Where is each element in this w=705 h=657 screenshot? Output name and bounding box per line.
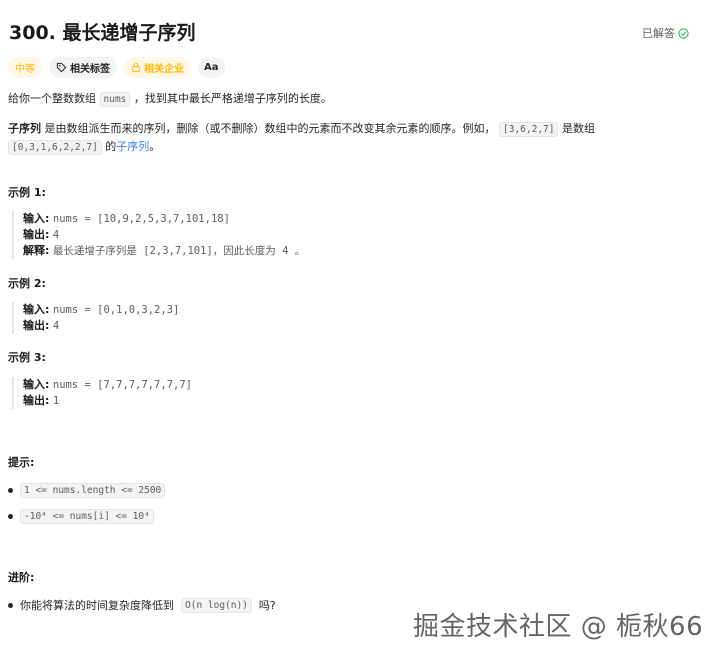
desc-text: 给你一个整数数组 <box>8 92 96 105</box>
list-item: 1 <= nums.length <= 2500 <box>8 480 166 500</box>
tag-row: 中等 相关标签 相关企业 Aa <box>8 57 225 78</box>
font-size-button[interactable]: Aa <box>198 57 225 78</box>
example-3-input: 输入: nums = [7,7,7,7,7,7,7] <box>23 377 192 393</box>
example-1-input: 输入: nums = [10,9,2,5,3,7,101,18] <box>23 211 305 227</box>
subsequence-term: 子序列 <box>8 122 41 135</box>
hints-list: 1 <= nums.length <= 2500 -10⁴ <= nums[i]… <box>8 480 166 526</box>
code-source-array: [0,3,1,6,2,2,7] <box>8 139 102 155</box>
output-label: 输出: <box>23 228 50 241</box>
difficulty-label: 中等 <box>15 64 35 75</box>
tag-icon <box>56 62 67 73</box>
bullet-dot <box>8 602 13 608</box>
code-nums: nums <box>99 91 131 107</box>
example-2-input: 输入: nums = [0,1,0,3,2,3] <box>23 302 179 318</box>
explanation-value: 最长递增子序列是 [2,3,7,101]，因此长度为 4 。 <box>52 245 306 257</box>
advanced-heading: 进阶: <box>8 571 35 584</box>
code-example-array: [3,6,2,7] <box>499 121 559 137</box>
example-1-block: 输入: nums = [10,9,2,5,3,7,101,18] 输出: 4 解… <box>12 211 305 259</box>
related-topics-label: 相关标签 <box>70 64 110 75</box>
desc-text: 是数组 <box>561 122 595 135</box>
description-line-3: [0,3,1,6,2,2,7] 的子序列。 <box>8 139 160 155</box>
solved-label: 已解答 <box>642 27 675 40</box>
desc-text: 的 <box>105 140 117 153</box>
solved-status: 已解答 <box>642 25 689 41</box>
example-2-output: 输出: 4 <box>23 318 179 334</box>
description-line-2: 子序列 是由数组派生而来的序列，删除（或不删除）数组中的元素而不改变其余元素的顺… <box>8 121 595 137</box>
input-label: 输入: <box>23 303 50 316</box>
related-companies-label: 相关企业 <box>144 64 184 75</box>
list-item: -10⁴ <= nums[i] <= 10⁴ <box>8 506 165 526</box>
example-2-block: 输入: nums = [0,1,0,3,2,3] 输出: 4 <box>12 302 179 334</box>
input-value: nums = [0,1,0,3,2,3] <box>52 304 180 316</box>
problem-title: 300. 最长递增子序列 <box>9 22 196 44</box>
desc-text: 是由数组派生而来的序列，删除（或不删除）数组中的元素而不改变其余元素的顺序。例如… <box>44 122 496 135</box>
example-1-heading: 示例 1: <box>8 186 46 199</box>
example-3-block: 输入: nums = [7,7,7,7,7,7,7] 输出: 1 <box>12 377 192 409</box>
example-1-output: 输出: 4 <box>23 227 305 243</box>
hint-code: 1 <= nums.length <= 2500 <box>20 482 166 498</box>
desc-text: ，找到其中最长严格递增子序列的长度。 <box>133 92 332 105</box>
input-label: 输入: <box>23 212 50 225</box>
check-circle-icon <box>678 27 689 39</box>
example-3-heading: 示例 3: <box>8 351 46 364</box>
output-value: 4 <box>52 229 60 241</box>
related-topics-button[interactable]: 相关标签 <box>49 57 117 78</box>
hints-heading: 提示: <box>8 456 35 469</box>
example-2-heading: 示例 2: <box>8 277 46 290</box>
advanced-text: 你能将算法的时间复杂度降低到 <box>20 599 174 612</box>
description-line-1: 给你一个整数数组 nums ，找到其中最长严格递增子序列的长度。 <box>8 91 332 107</box>
output-value: 4 <box>52 320 60 332</box>
output-value: 1 <box>52 395 60 407</box>
complexity-code: O(n log(n)) <box>181 597 252 613</box>
output-label: 输出: <box>23 394 50 407</box>
bullet-dot <box>8 513 13 519</box>
example-1-explanation: 解释: 最长递增子序列是 [2,3,7,101]，因此长度为 4 。 <box>23 243 305 259</box>
font-icon: Aa <box>204 62 219 73</box>
bullet-dot <box>8 487 13 493</box>
input-value: nums = [7,7,7,7,7,7,7] <box>52 379 192 391</box>
desc-text: 。 <box>149 140 161 153</box>
advanced-text: 吗? <box>258 599 276 612</box>
output-label: 输出: <box>23 319 50 332</box>
input-label: 输入: <box>23 378 50 391</box>
difficulty-badge: 中等 <box>8 57 42 78</box>
input-value: nums = [10,9,2,5,3,7,101,18] <box>52 213 230 225</box>
list-item: 你能将算法的时间复杂度降低到 O(n log(n)) 吗? <box>8 595 276 615</box>
advanced-list: 你能将算法的时间复杂度降低到 O(n log(n)) 吗? <box>8 595 276 615</box>
lock-icon <box>132 62 140 73</box>
explanation-label: 解释: <box>23 244 50 257</box>
example-3-output: 输出: 1 <box>23 393 192 409</box>
watermark: 掘金技术社区 @ 栀秋666 <box>413 612 705 642</box>
hint-code: -10⁴ <= nums[i] <= 10⁴ <box>20 508 154 524</box>
related-companies-button[interactable]: 相关企业 <box>124 57 191 78</box>
subsequence-link[interactable]: 子序列 <box>116 140 149 153</box>
